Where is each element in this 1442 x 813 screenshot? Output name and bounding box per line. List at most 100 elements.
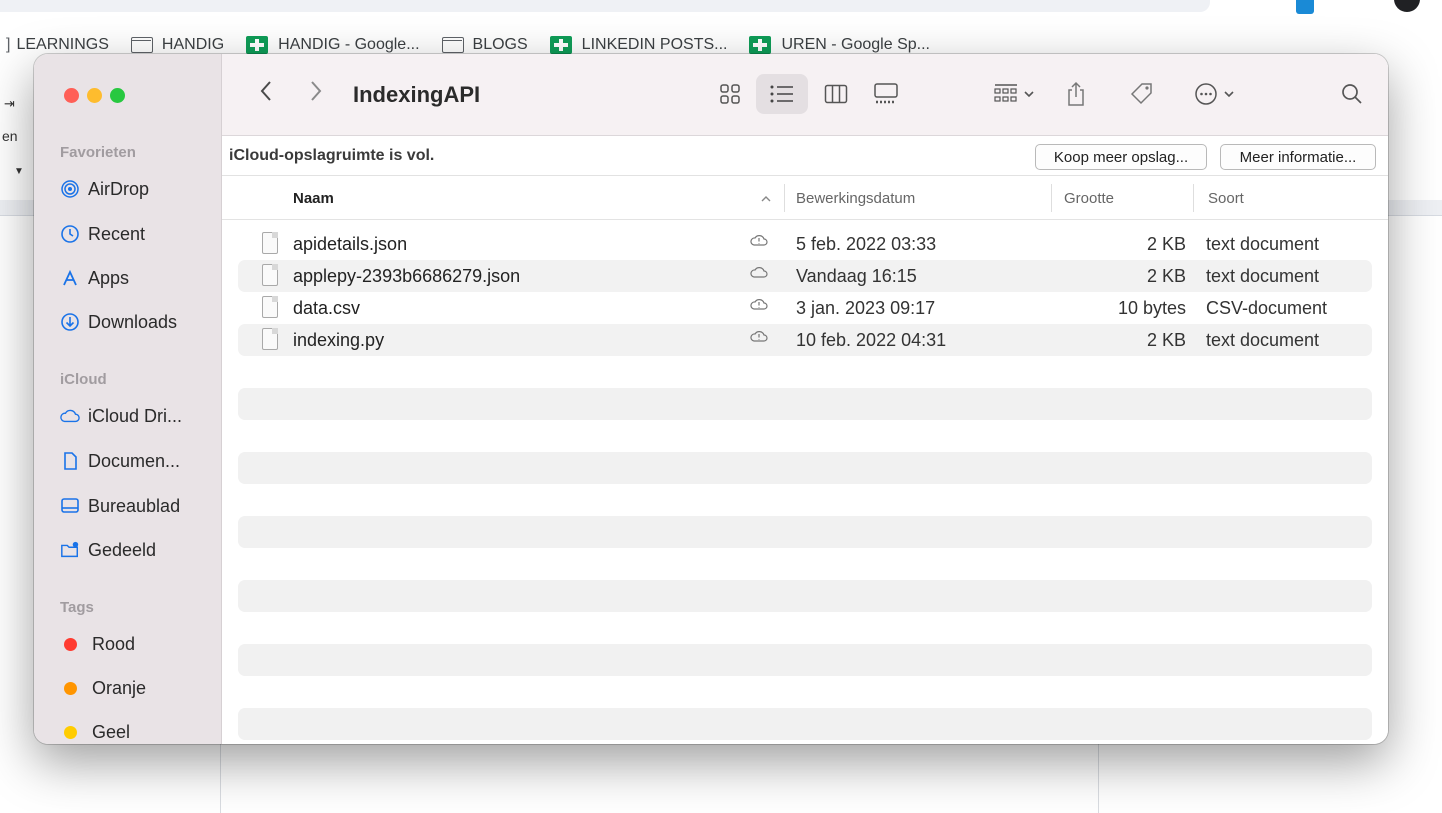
file-date: Vandaag 16:15 <box>796 266 917 286</box>
file-date: 3 jan. 2023 09:17 <box>796 298 936 318</box>
grid-icon <box>720 84 740 104</box>
file-row[interactable]: apidetails.json 5 feb. 2022 03:33 2 KB t… <box>238 228 1372 260</box>
bookmark-label: LEARNINGS <box>16 36 109 53</box>
airdrop-icon <box>60 179 80 199</box>
sidebar-item-label: Apps <box>88 267 130 288</box>
column-size[interactable]: Grootte <box>1064 190 1114 207</box>
browser-address-bar[interactable] <box>0 0 1210 12</box>
sort-ascending-icon <box>760 191 772 208</box>
download-icon <box>60 312 80 332</box>
empty-row-stripe <box>238 580 1372 612</box>
chevron-down-icon <box>1223 91 1234 98</box>
forward-button[interactable] <box>308 78 324 110</box>
cloud-icon <box>750 265 768 284</box>
sidebar-tag-yellow[interactable]: Geel <box>60 716 130 744</box>
file-kind: text document <box>1206 330 1320 350</box>
close-button[interactable] <box>64 88 79 103</box>
sidebar-tag-orange[interactable]: Oranje <box>60 672 146 704</box>
sidebar-item-label: Downloads <box>88 311 178 332</box>
sidebar-item-documents[interactable]: Documen... <box>60 445 180 477</box>
bookmark-label: UREN - Google Sp... <box>781 36 930 53</box>
bookmark-label: BLOGS <box>472 36 528 53</box>
file-row[interactable]: data.csv 3 jan. 2023 09:17 10 bytes CSV-… <box>238 292 1372 324</box>
empty-row-stripe <box>238 388 1372 420</box>
empty-row-stripe <box>238 708 1372 740</box>
sidebar-item-recent[interactable]: Recent <box>60 218 145 250</box>
file-row[interactable]: applepy-2393b6686279.json Vandaag 16:15 … <box>238 260 1372 292</box>
list-view-button[interactable] <box>756 74 808 114</box>
apps-icon <box>60 268 80 288</box>
column-name[interactable]: Naam <box>293 190 334 207</box>
orange-tag-icon <box>64 681 77 695</box>
minimize-button[interactable] <box>87 88 102 103</box>
search-button[interactable] <box>1332 74 1372 114</box>
sidebar-item-icloud-drive[interactable]: iCloud Dri... <box>60 400 182 432</box>
column-date[interactable]: Bewerkingsdatum <box>796 190 915 207</box>
column-view-button[interactable] <box>816 74 856 114</box>
window-title: IndexingAPI <box>353 82 481 107</box>
column-separator <box>1193 184 1194 212</box>
column-kind[interactable]: Soort <box>1208 190 1244 207</box>
background-doc-strip: ⇥ en ▼ <box>0 80 34 200</box>
tag-button[interactable] <box>1122 74 1162 114</box>
folder-icon <box>130 37 153 53</box>
column-header: Naam Bewerkingsdatum Grootte Soort <box>222 176 1388 220</box>
sidebar-header-tags: Tags <box>60 599 94 616</box>
dropdown-arrow-icon: ▼ <box>14 166 24 177</box>
sidebar-item-label: Geel <box>92 721 131 742</box>
text-file-icon <box>262 232 278 254</box>
back-button[interactable] <box>258 78 274 110</box>
sidebar-item-airdrop[interactable]: AirDrop <box>60 173 149 205</box>
cloud-alert-icon <box>750 297 768 316</box>
sidebar-item-label: Gedeeld <box>88 539 157 560</box>
more-info-button[interactable]: Meer informatie... <box>1220 144 1376 170</box>
file-kind: CSV-document <box>1206 298 1328 318</box>
zoom-button[interactable] <box>110 88 125 103</box>
icon-view-button[interactable] <box>710 74 750 114</box>
bookmark-label: HANDIG <box>161 36 225 53</box>
bookmark-handig[interactable]: HANDIG <box>130 36 225 54</box>
file-row[interactable]: indexing.py 10 feb. 2022 04:31 2 KB text… <box>238 324 1372 356</box>
login-icon: ⇥ <box>4 96 15 111</box>
sidebar-item-shared[interactable]: Gedeeld <box>60 534 156 566</box>
extension-icon[interactable] <box>1296 0 1314 14</box>
sidebar-item-downloads[interactable]: Downloads <box>60 306 177 338</box>
bookmark-linkedin-posts[interactable]: LINKEDIN POSTS... <box>549 36 728 54</box>
file-size: 10 bytes <box>1117 298 1186 318</box>
group-by-button[interactable] <box>986 74 1042 114</box>
share-button[interactable] <box>1056 74 1096 114</box>
sidebar-item-label: iCloud Dri... <box>88 405 183 426</box>
file-size: 2 KB <box>1146 330 1186 350</box>
bookmark-label: LINKEDIN POSTS... <box>581 36 728 53</box>
file-date: 5 feb. 2022 03:33 <box>796 234 937 254</box>
file-kind: text document <box>1206 266 1320 286</box>
group-icon <box>994 84 1017 102</box>
columns-icon <box>824 84 848 104</box>
sidebar-header-icloud: iCloud <box>60 371 107 388</box>
bookmark-blogs[interactable]: BLOGS <box>441 36 528 54</box>
shared-folder-icon <box>60 540 80 560</box>
cloud-icon <box>60 406 80 426</box>
sidebar-item-label: Bureaublad <box>88 495 181 516</box>
sidebar-item-apps[interactable]: Apps <box>60 262 129 294</box>
file-list: apidetails.json 5 feb. 2022 03:33 2 KB t… <box>238 228 1372 740</box>
bookmark-learnings[interactable]: LEARNINGS <box>16 36 108 54</box>
toolbar: IndexingAPI <box>222 54 1388 136</box>
more-actions-button[interactable] <box>1186 74 1242 114</box>
gallery-view-button[interactable] <box>866 74 906 114</box>
sidebar-header-favorites: Favorieten <box>60 144 136 161</box>
sidebar-item-desktop[interactable]: Bureaublad <box>60 490 180 522</box>
bookmark-uren[interactable]: UREN - Google Sp... <box>749 36 930 54</box>
sidebar-item-label: Oranje <box>92 677 147 698</box>
icloud-storage-banner: iCloud-opslagruimte is vol. Koop meer op… <box>222 136 1388 176</box>
red-tag-icon <box>64 637 77 651</box>
finder-main: IndexingAPI iCloud-opslagruimte is vol. … <box>222 54 1388 744</box>
bookmark-handig-sheet[interactable]: HANDIG - Google... <box>246 36 420 54</box>
buy-storage-button[interactable]: Koop meer opslag... <box>1035 144 1207 170</box>
column-separator <box>784 184 785 212</box>
finder-window: Favorieten AirDrop Recent Apps Downloads <box>34 54 1388 744</box>
empty-row-stripe <box>238 516 1372 548</box>
bookmark-label: HANDIG - Google... <box>278 36 420 53</box>
sidebar-tag-red[interactable]: Rood <box>60 628 135 660</box>
sidebar-item-label: Rood <box>92 633 136 654</box>
